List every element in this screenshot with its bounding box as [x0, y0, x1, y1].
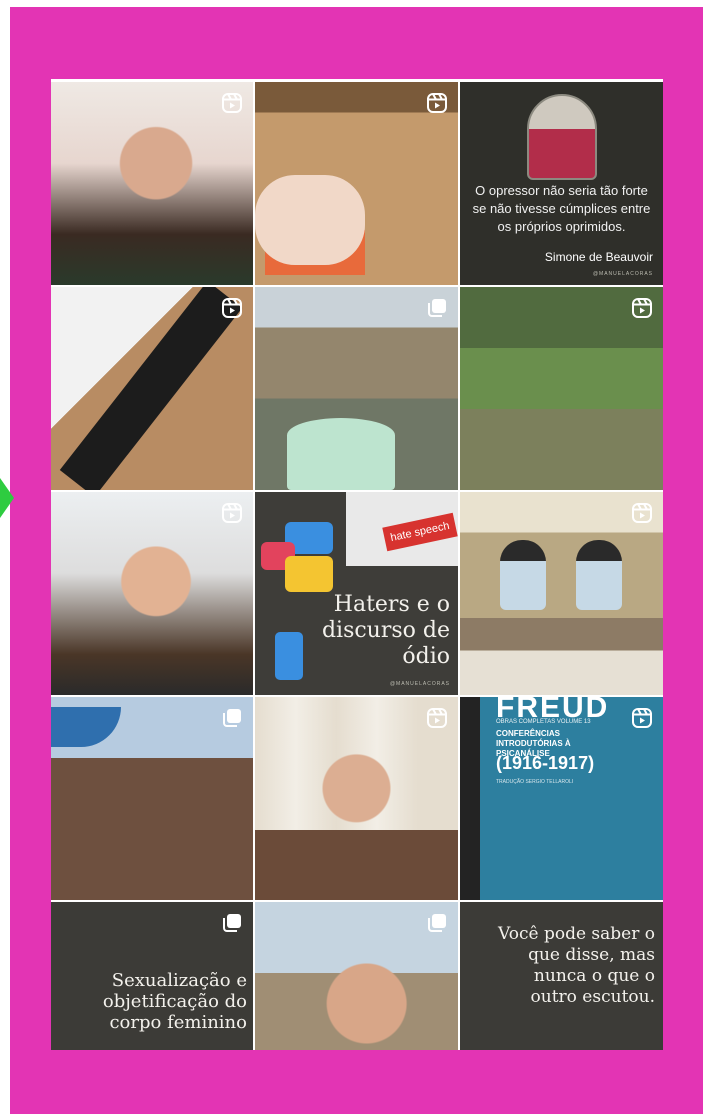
person-right	[576, 540, 622, 610]
carousel-icon	[219, 705, 245, 731]
grid-tile[interactable]	[255, 82, 458, 285]
phone-icon	[275, 632, 303, 680]
carousel-icon	[424, 910, 450, 936]
person-left	[500, 540, 546, 610]
portrait-image	[527, 94, 597, 180]
post-title: Sexualização e objetificação do corpo fe…	[102, 970, 247, 1033]
keyboard-image: hate speech	[346, 492, 458, 566]
mug	[287, 418, 395, 490]
reels-icon	[219, 295, 245, 321]
account-handle: @MANUELACORAS	[592, 271, 653, 277]
prime-tape	[59, 287, 243, 490]
carousel-icon	[424, 295, 450, 321]
post-title: Você pode saber o que disse, mas nunca o…	[498, 924, 655, 1007]
grid-tile[interactable]	[255, 287, 458, 490]
book-volume: OBRAS COMPLETAS VOLUME 13	[496, 719, 591, 725]
quote-author: Simone de Beauvoir	[544, 250, 653, 264]
reels-icon	[424, 90, 450, 116]
post-title: Haters e o discurso de ódio	[321, 592, 450, 669]
reels-icon	[629, 295, 655, 321]
book-spine	[460, 697, 480, 900]
reels-icon	[629, 500, 655, 526]
profile-post-grid: O opressor não seria tão forte se não ti…	[51, 79, 663, 1050]
reels-icon	[424, 705, 450, 731]
arrow-right-icon	[0, 478, 14, 518]
reels-icon	[629, 705, 655, 731]
book-translation: TRADUÇÃO SERGIO TELLAROLI	[496, 779, 574, 785]
hate-speech-key: hate speech	[382, 512, 458, 552]
grid-tile[interactable]: O opressor não seria tão forte se não ti…	[460, 82, 663, 285]
grid-tile[interactable]: Você pode saber o que disse, mas nunca o…	[460, 902, 663, 1050]
grid-tile[interactable]: FREUD OBRAS COMPLETAS VOLUME 13 CONFERÊN…	[460, 697, 663, 900]
grid-tile[interactable]	[51, 82, 253, 285]
grid-tile[interactable]	[460, 492, 663, 695]
smile-bubble-icon	[285, 556, 333, 592]
book-years: (1916-1917)	[496, 753, 595, 773]
carousel-icon	[219, 910, 245, 936]
account-handle: @MANUELACORAS	[389, 681, 450, 687]
hand	[255, 175, 365, 265]
grid-tile[interactable]	[51, 287, 253, 490]
reels-icon	[219, 500, 245, 526]
grid-tile[interactable]: Sexualização e objetificação do corpo fe…	[51, 902, 253, 1050]
grid-tile[interactable]	[255, 902, 458, 1050]
grid-tile[interactable]	[51, 492, 253, 695]
reels-icon	[219, 90, 245, 116]
grid-tile[interactable]: hate speech Haters e o discurso de ódio …	[255, 492, 458, 695]
grid-tile[interactable]	[255, 697, 458, 900]
grid-tile[interactable]	[51, 697, 253, 900]
quote-text: O opressor não seria tão forte se não ti…	[472, 183, 651, 234]
umbrella	[51, 707, 121, 747]
grid-tile[interactable]	[460, 287, 663, 490]
